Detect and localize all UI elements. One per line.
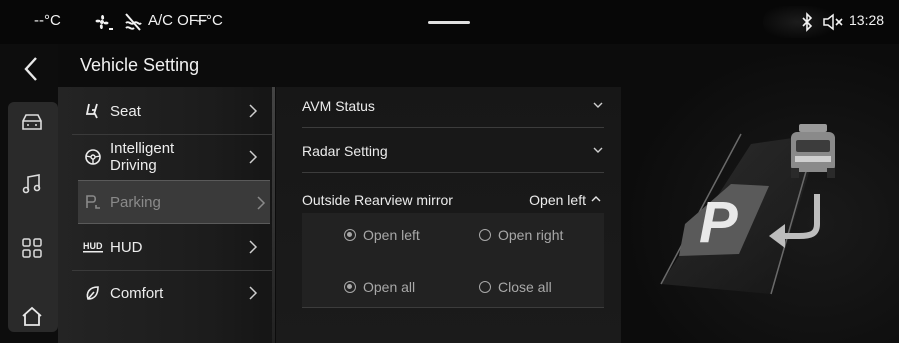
- svg-text:HUD: HUD: [83, 241, 103, 251]
- menu-item-seat[interactable]: Seat: [72, 89, 262, 133]
- temperature-left[interactable]: --°C: [34, 12, 61, 29]
- page-title: Vehicle Setting: [80, 55, 200, 75]
- parking-letter: P: [699, 190, 738, 255]
- row-divider: [302, 172, 604, 173]
- menu-label-intelligent-driving: Intelligent Driving: [110, 140, 174, 174]
- mute-icon: [823, 13, 843, 31]
- hud-icon: HUD: [82, 236, 104, 258]
- radio-unselected-icon: [479, 281, 491, 293]
- bluetooth-icon: [802, 12, 813, 32]
- temperature-right[interactable]: --°C: [196, 12, 223, 29]
- rail-home-button[interactable]: [14, 298, 50, 334]
- chevron-right-icon: [249, 286, 258, 300]
- screen: --°C A/C OFF --°C 13:28 Vehicle Setting …: [0, 0, 899, 343]
- drag-handle[interactable]: [428, 21, 470, 24]
- row-divider: [302, 127, 604, 128]
- home-icon: [22, 306, 42, 326]
- parking-icon: [82, 191, 104, 213]
- option-open-left-label: Open left: [363, 227, 420, 243]
- option-open-all[interactable]: Open all: [344, 279, 415, 295]
- avm-status-label: AVM Status: [302, 98, 375, 114]
- parking-illustration: P: [621, 44, 899, 343]
- ac-icon[interactable]: [123, 11, 143, 33]
- chevron-up-icon: [591, 196, 601, 202]
- left-rail: [0, 44, 58, 343]
- vehicle-icon: [791, 124, 835, 178]
- apps-icon: [22, 238, 42, 258]
- chevron-right-icon: [249, 240, 258, 254]
- option-open-all-label: Open all: [363, 279, 416, 295]
- back-icon[interactable]: [20, 54, 42, 84]
- menu-item-hud[interactable]: HUD HUD: [72, 225, 262, 269]
- comfort-icon: [82, 282, 104, 304]
- chevron-right-icon: [249, 150, 258, 164]
- radar-setting-row[interactable]: Radar Setting: [302, 143, 604, 159]
- fan-icon[interactable]: [92, 12, 114, 32]
- radio-unselected-icon: [479, 229, 491, 241]
- option-open-right[interactable]: Open right: [479, 227, 563, 243]
- avm-status-row[interactable]: AVM Status: [302, 98, 604, 114]
- radio-selected-icon: [344, 281, 356, 293]
- option-close-all[interactable]: Close all: [479, 279, 552, 295]
- music-icon: [22, 174, 41, 194]
- option-open-right-label: Open right: [498, 227, 564, 243]
- row-divider: [302, 307, 604, 308]
- menu-label-seat: Seat: [110, 102, 141, 120]
- chevron-right-icon: [249, 104, 258, 118]
- menu-label-comfort: Comfort: [110, 284, 164, 302]
- menu-label-hud: HUD: [110, 238, 143, 256]
- car-icon: [22, 114, 42, 130]
- menu-item-comfort[interactable]: Comfort: [72, 271, 262, 315]
- parking-scene: P: [660, 124, 835, 295]
- option-close-all-label: Close all: [498, 279, 552, 295]
- mirror-value: Open left: [529, 192, 586, 208]
- chevron-right-icon: [257, 196, 266, 210]
- clock: 13:28: [849, 12, 885, 28]
- radio-selected-icon: [344, 229, 356, 241]
- chevron-down-icon: [593, 147, 603, 153]
- rail-apps-button[interactable]: [14, 230, 50, 266]
- steering-wheel-icon: [82, 146, 104, 168]
- option-open-left[interactable]: Open left: [344, 227, 420, 243]
- rail-car-button[interactable]: [14, 104, 50, 140]
- chevron-down-icon: [593, 102, 603, 108]
- panel-divider: [272, 87, 275, 343]
- menu-label-line-1: Intelligent: [110, 140, 175, 157]
- menu-item-intelligent-driving[interactable]: Intelligent Driving: [72, 135, 262, 179]
- outside-rearview-mirror-row[interactable]: Outside Rearview mirror Open left: [302, 192, 604, 210]
- mirror-label: Outside Rearview mirror: [302, 192, 453, 208]
- menu-label-line-2: Driving: [110, 157, 157, 174]
- menu-label-parking: Parking: [110, 193, 161, 211]
- status-bar: --°C A/C OFF --°C 13:28: [0, 0, 899, 44]
- radar-setting-label: Radar Setting: [302, 143, 388, 159]
- menu-item-parking[interactable]: Parking: [78, 180, 270, 224]
- rail-music-button[interactable]: [14, 166, 50, 202]
- seat-icon: [82, 100, 104, 122]
